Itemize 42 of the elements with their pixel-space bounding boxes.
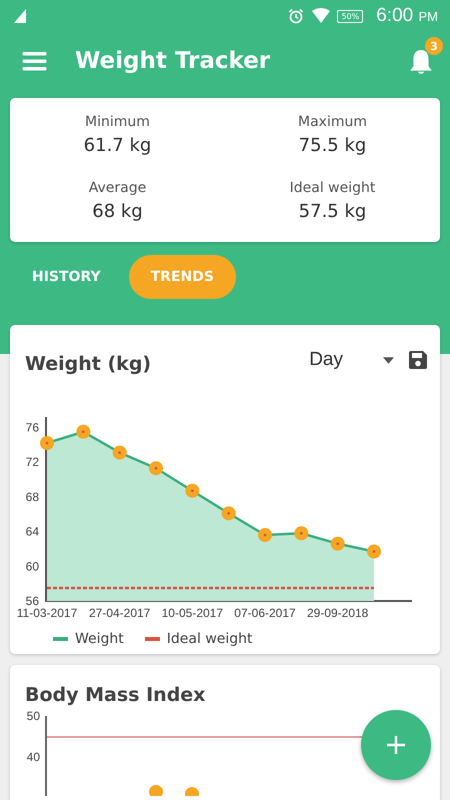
axis-label: 72 — [26, 455, 39, 470]
axis-label: 60 — [26, 559, 39, 574]
axis-label: 50 — [26, 709, 40, 723]
axis-label: 40 — [26, 750, 40, 764]
legend-swatch — [144, 637, 160, 641]
axis-label: 56 — [26, 594, 39, 608]
wifi-icon — [312, 8, 330, 24]
card-title: Weight (kg) — [25, 353, 152, 375]
period-dropdown[interactable]: Day — [309, 349, 394, 371]
legend-label: Ideal weight — [166, 631, 253, 647]
tab[interactable]: TRENDS — [128, 255, 236, 299]
stat-label: Average — [88, 180, 148, 196]
stat-value: 75.5 kg — [298, 135, 368, 156]
axis-label: 29-09-2018 — [306, 606, 368, 620]
axis-label: 64 — [26, 524, 39, 539]
clock-time: 6:00 PM — [376, 5, 438, 27]
axis-label: 10-05-2017 — [162, 606, 224, 620]
legend-swatch — [53, 637, 68, 641]
battery-icon: 50% — [337, 10, 364, 22]
stat-value: 61.7 kg — [82, 135, 152, 156]
axis-label: 68 — [26, 490, 39, 504]
data-point — [185, 787, 199, 796]
data-point — [149, 785, 163, 796]
save-icon[interactable] — [408, 350, 428, 370]
alarm-icon — [287, 8, 306, 24]
menu-button[interactable] — [22, 51, 47, 71]
stat-label: Ideal weight — [288, 180, 376, 196]
app-title: Weight Tracker — [75, 48, 272, 74]
axis-label: 11-03-2017 — [16, 606, 78, 620]
legend-label: Weight — [75, 631, 124, 647]
axis-label: 27-04-2017 — [88, 606, 150, 620]
plus-icon — [386, 735, 406, 755]
notification-badge: 3 — [425, 37, 443, 55]
stat-value: 68 kg — [91, 201, 144, 222]
caret-icon — [383, 356, 394, 364]
axis-label: 07-06-2017 — [234, 606, 296, 620]
tab[interactable]: HISTORY — [22, 255, 111, 299]
axis-label: 76 — [26, 420, 39, 434]
stat-label: Minimum — [84, 114, 151, 130]
stat-label: Maximum — [297, 114, 368, 130]
stat-value: 57.5 kg — [298, 201, 368, 222]
card-title: Body Mass Index — [24, 683, 206, 706]
